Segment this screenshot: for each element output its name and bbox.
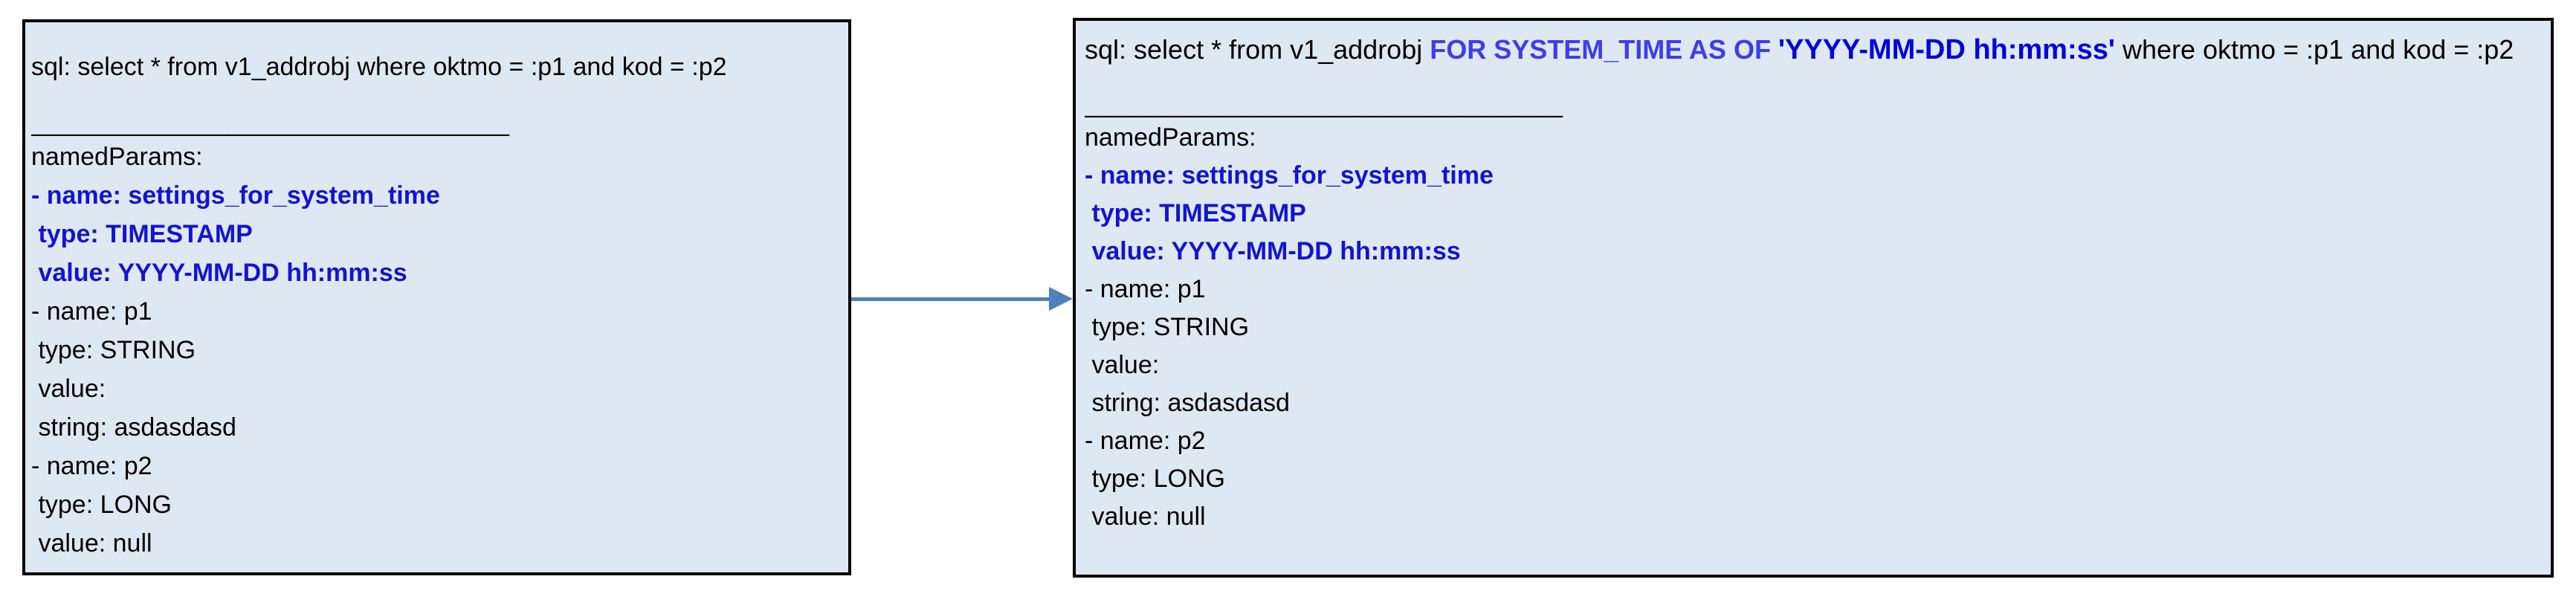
param-line: value: YYYY-MM-DD hh:mm:ss [31, 259, 407, 287]
param-line: type: LONG [31, 491, 172, 519]
sql-segment: sql: select * from v1_addrobj [1085, 34, 1430, 65]
sql-system-time-keyword: FOR SYSTEM_TIME AS OF [1430, 34, 1778, 65]
sql-statement: sql: select * from v1_addrobj where oktm… [31, 53, 727, 81]
diagram-canvas: sql: select * from v1_addrobj where oktm… [0, 0, 2576, 614]
arrow-line [851, 297, 1050, 301]
param-line: value: null [31, 529, 152, 558]
param-line: - name: settings_for_system_time [31, 181, 440, 210]
param-line: value: null [1085, 502, 1206, 531]
param-line: - name: settings_for_system_time [1085, 161, 1494, 190]
arrow-right-icon [1049, 287, 1073, 311]
param-line: type: TIMESTAMP [1085, 199, 1306, 227]
param-line: string: asdasdasd [1085, 389, 1290, 417]
param-line: value: [1085, 351, 1160, 379]
param-line: value: [31, 375, 106, 403]
params-header: namedParams: [1085, 123, 1256, 152]
sql-before-box: sql: select * from v1_addrobj where oktm… [22, 19, 851, 575]
sql-statement: sql: select * from v1_addrobj FOR SYSTEM… [1085, 31, 2545, 68]
param-line: - name: p1 [31, 297, 152, 326]
param-line: - name: p2 [1085, 427, 1206, 455]
param-line: type: STRING [31, 336, 196, 364]
sql-segment: where oktmo = :p1 and kod = :p2 [2114, 34, 2514, 65]
sql-timestamp-literal: 'YYYY-MM-DD hh:mm:ss' [1778, 34, 2115, 65]
param-line: - name: p2 [31, 452, 152, 480]
divider-line: __________________________________ [31, 109, 509, 137]
param-line: - name: p1 [1085, 275, 1206, 303]
sql-after-box: sql: select * from v1_addrobj FOR SYSTEM… [1073, 18, 2554, 578]
divider-line: __________________________________ [1085, 90, 1563, 118]
param-line: string: asdasdasd [31, 413, 236, 442]
param-line: type: STRING [1085, 313, 1250, 341]
flow-arrow [851, 285, 1074, 313]
param-line: type: TIMESTAMP [31, 220, 253, 248]
param-line: type: LONG [1085, 465, 1225, 493]
param-line: value: YYYY-MM-DD hh:mm:ss [1085, 237, 1461, 265]
params-header: namedParams: [31, 143, 203, 171]
